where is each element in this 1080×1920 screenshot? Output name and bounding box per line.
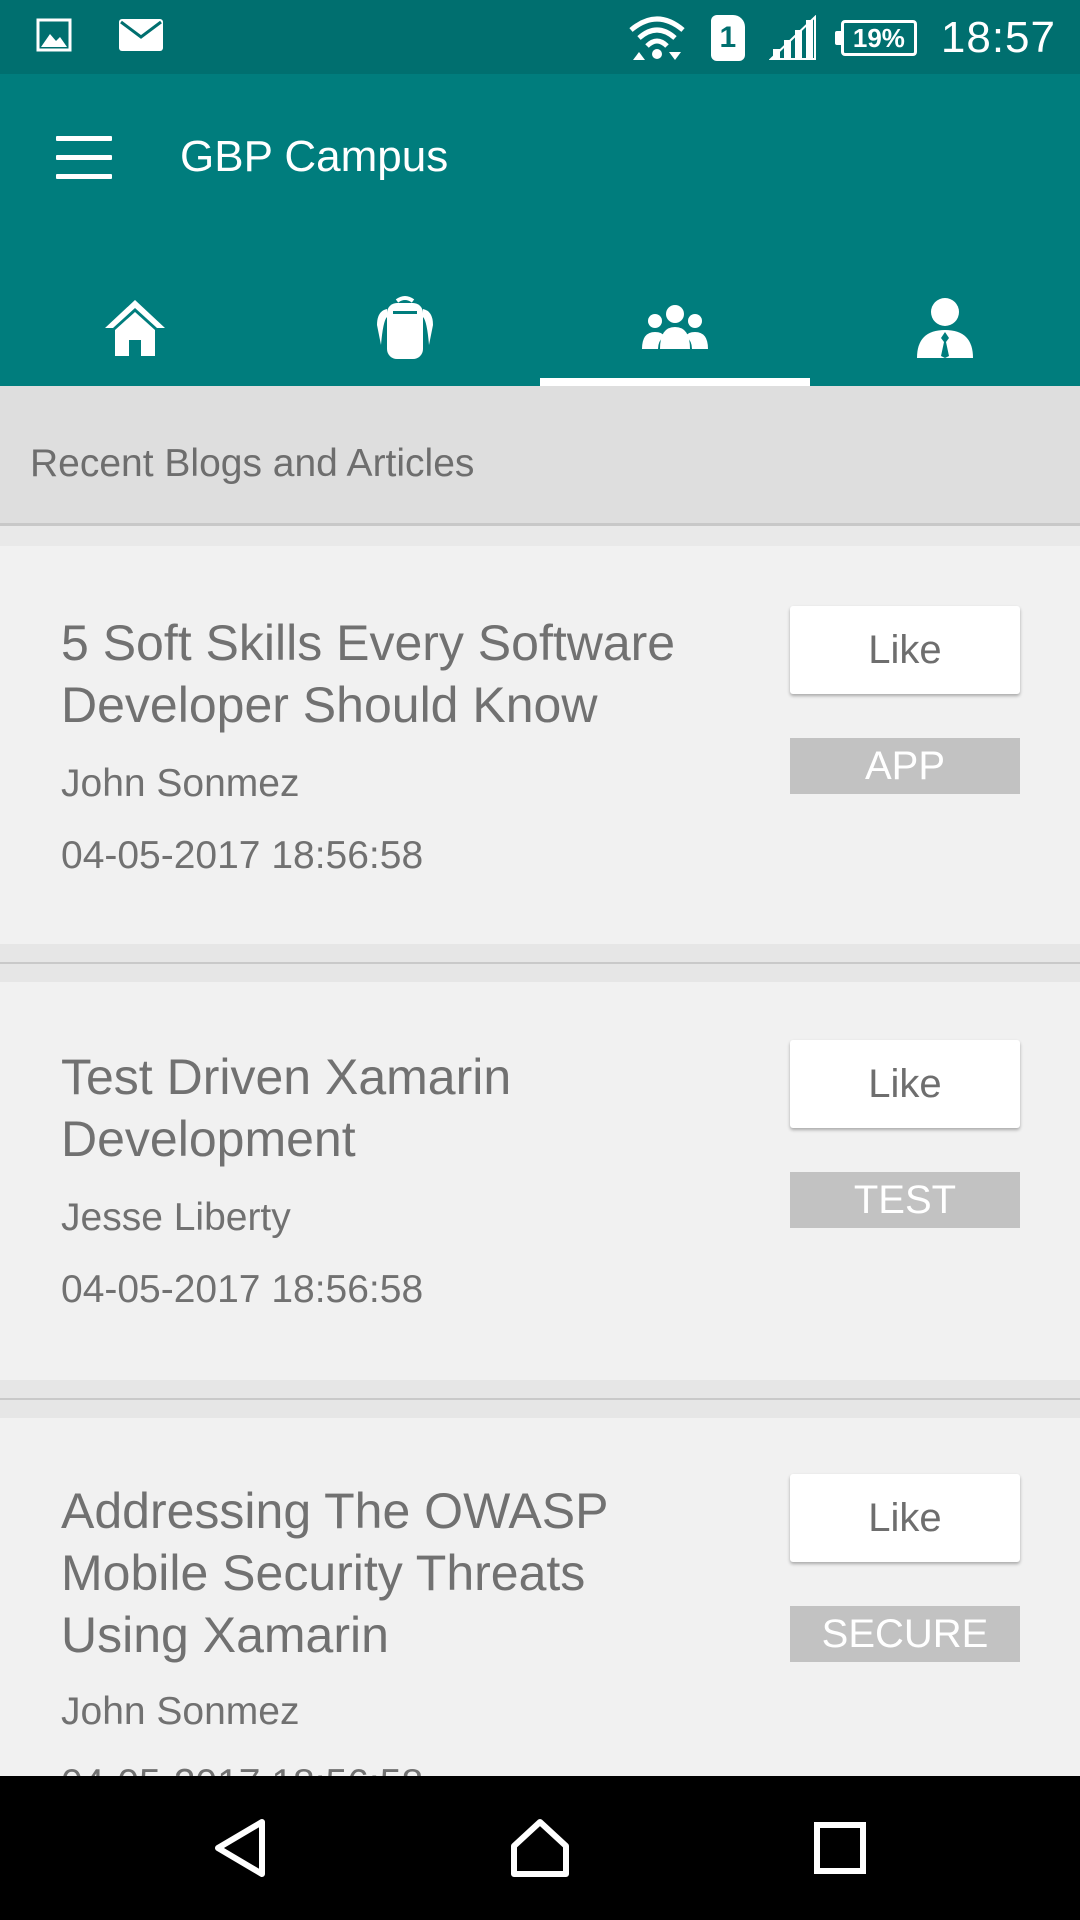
system-navigation-bar xyxy=(0,1776,1080,1920)
section-header: Recent Blogs and Articles xyxy=(0,386,1080,526)
article-list[interactable]: 5 Soft Skills Every Software Developer S… xyxy=(0,546,1080,1776)
article-author: John Sonmez xyxy=(61,1690,300,1733)
article-title-line: Addressing The OWASP xyxy=(61,1483,609,1539)
backpack-icon xyxy=(377,296,433,359)
recents-button[interactable] xyxy=(780,1776,900,1920)
wifi-icon xyxy=(629,16,685,60)
divider xyxy=(0,944,1080,982)
home-nav-icon xyxy=(511,1819,569,1877)
status-bar: 1 19% 18:57 xyxy=(0,0,1080,74)
category-tag: SECURE xyxy=(790,1606,1020,1662)
mail-notification-icon xyxy=(119,19,163,51)
tab-bar xyxy=(0,270,1080,386)
recents-icon xyxy=(814,1822,866,1874)
article-title-line: Developer Should Know xyxy=(61,677,598,733)
article-card[interactable]: Addressing The OWASP Mobile Security Thr… xyxy=(0,1418,1080,1776)
person-tie-icon xyxy=(917,298,973,358)
article-date: 04-05-2017 18:56:58 xyxy=(61,834,424,877)
image-notification-icon xyxy=(36,18,72,52)
tab-community[interactable] xyxy=(540,270,810,386)
home-icon xyxy=(105,300,165,356)
app-title: GBP Campus xyxy=(180,132,449,181)
article-title-line: Mobile Security Threats xyxy=(61,1545,586,1601)
article-card[interactable]: Test Driven Xamarin Development Jesse Li… xyxy=(0,982,1080,1380)
divider xyxy=(0,1380,1080,1418)
article-card[interactable]: 5 Soft Skills Every Software Developer S… xyxy=(0,546,1080,944)
app-bar: GBP Campus xyxy=(0,74,1080,386)
category-tag: TEST xyxy=(790,1172,1020,1228)
category-tag: APP xyxy=(790,738,1020,794)
like-button[interactable]: Like xyxy=(790,606,1020,694)
hamburger-menu-icon[interactable] xyxy=(56,136,112,180)
section-title: Recent Blogs and Articles xyxy=(30,442,475,485)
group-icon xyxy=(642,305,708,349)
back-button[interactable] xyxy=(180,1776,300,1920)
battery-indicator: 19% xyxy=(834,20,917,56)
article-title: 5 Soft Skills Every Software Developer S… xyxy=(61,612,741,736)
article-date: 04-05-2017 18:56:58 xyxy=(61,1762,423,1776)
tab-backpack[interactable] xyxy=(270,270,540,386)
like-button[interactable]: Like xyxy=(790,1040,1020,1128)
back-icon xyxy=(215,1819,265,1877)
like-button[interactable]: Like xyxy=(790,1474,1020,1562)
sim-card-icon: 1 xyxy=(710,15,745,61)
signal-icon xyxy=(768,15,816,60)
tab-profile[interactable] xyxy=(810,270,1080,386)
article-author: John Sonmez xyxy=(61,762,300,805)
article-author: Jesse Liberty xyxy=(61,1196,291,1239)
article-title-line: Development xyxy=(61,1111,356,1167)
clock: 18:57 xyxy=(940,13,1056,62)
article-title-line: Using Xamarin xyxy=(61,1607,389,1663)
article-date: 04-05-2017 18:56:58 xyxy=(61,1268,424,1311)
article-title-line: Test Driven Xamarin xyxy=(61,1049,512,1105)
article-title: Test Driven Xamarin Development xyxy=(61,1046,741,1170)
home-button[interactable] xyxy=(480,1776,600,1920)
article-title: Addressing The OWASP Mobile Security Thr… xyxy=(61,1480,741,1666)
tab-home[interactable] xyxy=(0,270,270,386)
article-title-line: 5 Soft Skills Every Software xyxy=(61,615,676,671)
